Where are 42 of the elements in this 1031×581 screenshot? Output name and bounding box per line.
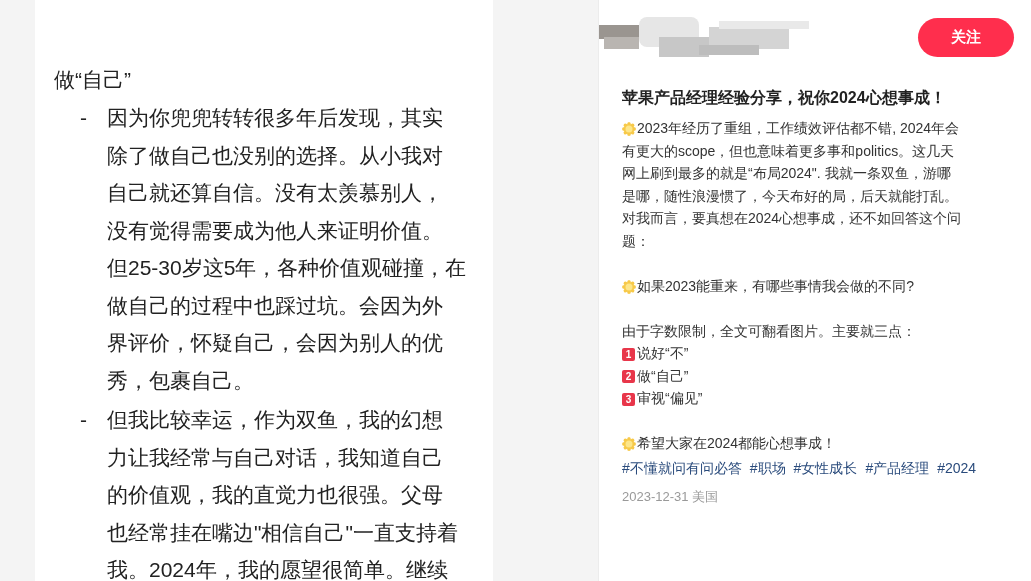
number-keycap-icon: 2 (622, 370, 635, 384)
bullet-dash: - (79, 407, 88, 433)
hashtag-link[interactable]: #女性成长 (793, 455, 858, 480)
body-text-line: 力让我经常与自己对话，我知道自己 (107, 444, 443, 471)
post-text-line: 题： (622, 232, 650, 251)
post-date: 2023-12-31 美国 (622, 487, 719, 506)
hashtag-link[interactable]: #产品经理 (865, 455, 930, 480)
body-text-line: 因为你兜兜转转很多年后发现，其实 (107, 105, 443, 131)
body-text-line: 但25-30岁这5年，各种价值观碰撞，在 (107, 255, 467, 281)
body-text-line: 除了做自己也没别的选择。从小我对 (107, 142, 443, 169)
body-text-line: 的价值观，我的直觉力也很强。父母 (107, 482, 443, 508)
post-text-line: 网上刷到最多的就是“布局2024". 我就一条双鱼，游哪 (622, 165, 951, 184)
sun-icon (622, 122, 636, 137)
post-title: 苹果产品经理经验分享，祝你2024心想事成！ (622, 88, 946, 108)
body-text-line: 秀，包裹自己。 (107, 367, 254, 394)
hashtag-link[interactable]: #职场 (749, 455, 786, 480)
post-text-line: 说好“不” (637, 345, 689, 364)
bullet-dash: - (79, 105, 88, 131)
follow-button[interactable]: 关注 (918, 17, 1014, 57)
post-text-line: 如果2023能重来，有哪些事情我会做的不同? (637, 277, 914, 296)
body-text-line: 也经常挂在嘴边"相信自己"一直支持着 (107, 519, 458, 546)
body-text-line: 界评价，怀疑自己，会因为别人的优 (107, 330, 443, 356)
post-text-line: 有更大的scope，但也意味着更多事和politics。这几天 (622, 142, 955, 161)
hashtag-link[interactable]: #2024 (937, 455, 977, 480)
post-text-line: 希望大家在2024都能心想事成！ (637, 435, 837, 454)
post-text-line: 对我而言，要真想在2024心想事成，还不如回答这个问 (622, 210, 962, 229)
number-keycap-icon: 3 (622, 392, 635, 406)
number-keycap-icon: 1 (622, 347, 635, 361)
body-text-line: 我。2024年，我的愿望很简单。继续 (107, 557, 448, 581)
sun-icon (622, 437, 636, 452)
body-text-line: 做自己的过程中也踩过坑。会因为外 (107, 292, 443, 319)
post-text-line: 审视“偏见” (637, 390, 703, 409)
post-text-line: 是哪，随性浪漫惯了，今天布好的局，后天就能打乱。 (622, 187, 958, 206)
body-text-line: 没有觉得需要成为他人来证明价值。 (107, 217, 443, 244)
post-text-line: 2023年经历了重组，工作绩效评估都不错, 2024年会 (637, 120, 960, 139)
body-text-line: 自己就还算自信。没有太羡慕别人， (107, 180, 443, 206)
sun-icon (622, 279, 636, 294)
body-text-line: 但我比较幸运，作为双鱼，我的幻想 (107, 407, 443, 433)
post-text-line: 由于字数限制，全文可翻看图片。主要就三点： (622, 322, 916, 341)
hashtag-link[interactable]: #不懂就问有问必答 (622, 455, 742, 480)
post-text-line: 做“自己” (637, 367, 689, 386)
heading-text: 做“自己” (54, 67, 131, 93)
